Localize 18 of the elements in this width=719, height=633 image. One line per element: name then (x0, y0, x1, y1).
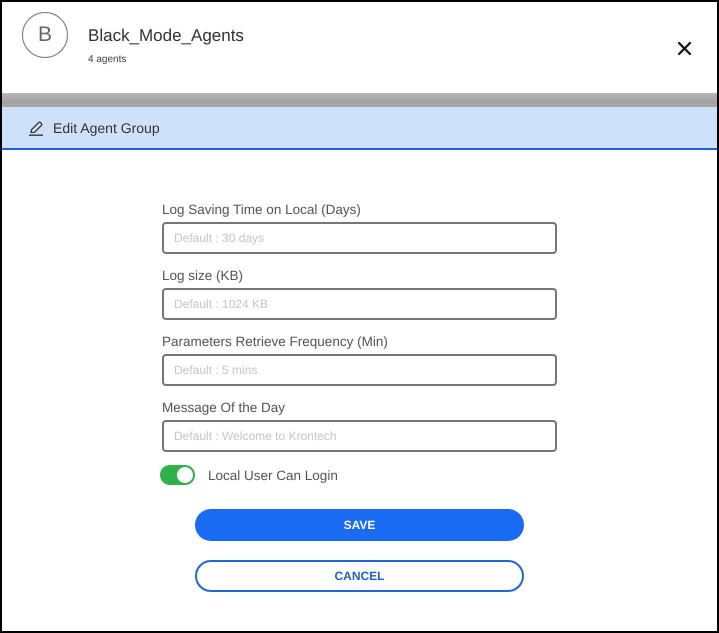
input-field[interactable]: Default : 1024 KB (162, 288, 557, 320)
section-title: Edit Agent Group (53, 120, 160, 136)
toggle-label: Local User Can Login (208, 468, 338, 482)
avatar: B (22, 12, 68, 58)
save-button[interactable]: SAVE (195, 509, 524, 541)
agent-count: 4 agents (88, 54, 126, 66)
input-field[interactable]: Default : 5 mins (162, 354, 557, 386)
field-label: Log Saving Time on Local (Days) (162, 201, 361, 218)
group-title: Black_Mode_Agents (88, 26, 244, 46)
field-label: Log size (KB) (162, 267, 244, 284)
close-icon[interactable] (678, 42, 691, 55)
field-label: Parameters Retrieve Frequency (Min) (162, 333, 388, 350)
pencil-icon (28, 120, 44, 136)
input-field[interactable]: Default : Welcome to Krontech (162, 420, 557, 452)
cancel-button[interactable]: CANCEL (195, 560, 524, 592)
toggle-switch[interactable] (160, 465, 195, 485)
field-label: Message Of the Day (162, 399, 286, 416)
input-field[interactable]: Default : 30 days (162, 222, 557, 254)
